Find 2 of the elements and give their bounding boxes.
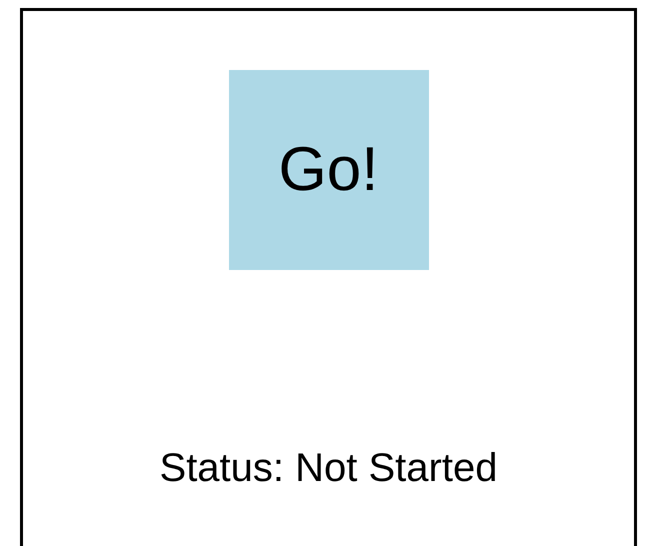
status-text: Status: Not Started xyxy=(160,445,498,492)
go-button[interactable]: Go! xyxy=(228,70,428,270)
